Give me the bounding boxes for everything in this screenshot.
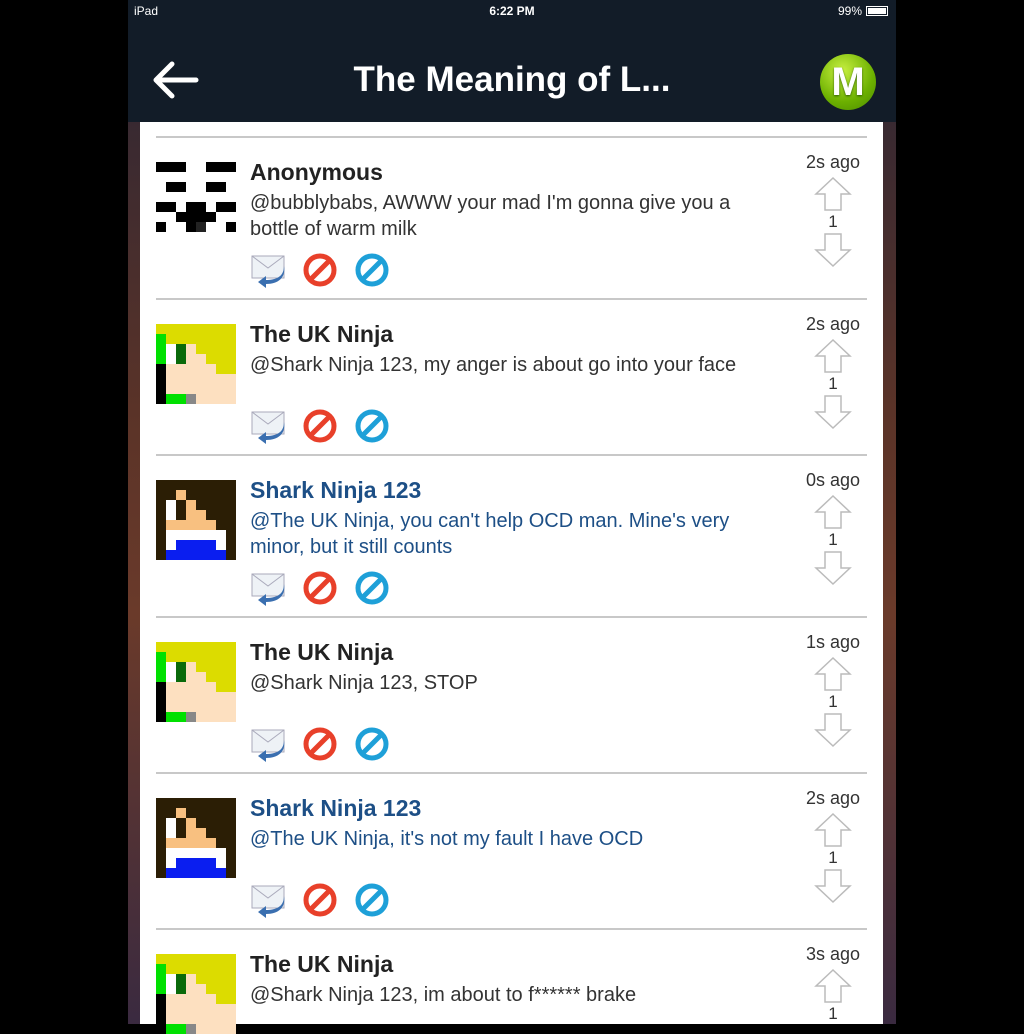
upvote-arrow-icon[interactable] <box>813 968 853 1004</box>
user-avatar[interactable] <box>156 324 236 404</box>
upvote-arrow-icon[interactable] <box>813 338 853 374</box>
report-block-icon[interactable] <box>302 408 340 444</box>
comment-author[interactable]: Shark Ninja 123 <box>250 476 767 504</box>
battery-percent: 99% <box>837 4 862 18</box>
app-screen: iPad 6:22 PM 99% The Meaning of L... M A… <box>128 0 896 1034</box>
ignore-block-icon[interactable] <box>354 408 392 444</box>
vote-count: 1 <box>828 848 838 867</box>
comment-time: 3s ago <box>805 944 861 964</box>
user-avatar[interactable] <box>156 798 236 878</box>
reply-mail-icon[interactable] <box>250 882 288 918</box>
comment-time: 2s ago <box>805 152 861 172</box>
app-logo-button[interactable]: M <box>820 54 876 110</box>
back-arrow-icon <box>153 61 199 99</box>
user-avatar[interactable] <box>156 642 236 722</box>
comment-item: The UK Ninja @Shark Ninja 123, im about … <box>156 928 867 1034</box>
nav-bar: The Meaning of L... M <box>128 22 896 122</box>
comment-text: @bubblybabs, AWWW your mad I'm gonna giv… <box>250 192 731 240</box>
reply-mail-icon[interactable] <box>250 252 288 288</box>
status-bar: iPad 6:22 PM 99% <box>128 0 896 22</box>
comment-text: @Shark Ninja 123, my anger is about go i… <box>250 354 737 376</box>
downvote-arrow-icon[interactable] <box>813 394 853 430</box>
vote-count: 1 <box>828 692 838 711</box>
comment-item: Shark Ninja 123 @The UK Ninja, you can't… <box>156 454 867 616</box>
battery-icon <box>866 6 888 16</box>
user-avatar[interactable] <box>156 480 236 560</box>
comment-text: @The UK Ninja, it's not my fault I have … <box>250 828 644 850</box>
comment-time: 0s ago <box>805 470 861 490</box>
back-button[interactable] <box>150 60 200 100</box>
downvote-arrow-icon[interactable] <box>813 232 853 268</box>
downvote-arrow-icon[interactable] <box>813 868 853 904</box>
comment-time: 2s ago <box>805 314 861 334</box>
comment-item: Anonymous @bubblybabs, AWWW your mad I'm… <box>156 136 867 298</box>
comment-list: Anonymous @bubblybabs, AWWW your mad I'm… <box>156 136 867 1034</box>
report-block-icon[interactable] <box>302 882 340 918</box>
upvote-arrow-icon[interactable] <box>813 494 853 530</box>
comment-time: 2s ago <box>805 788 861 808</box>
vote-count: 1 <box>828 530 838 549</box>
reply-mail-icon[interactable] <box>250 408 288 444</box>
comment-text: @Shark Ninja 123, STOP <box>250 672 478 694</box>
reply-mail-icon[interactable] <box>250 726 288 762</box>
comment-item: The UK Ninja @Shark Ninja 123, my anger … <box>156 298 867 454</box>
ignore-block-icon[interactable] <box>354 882 392 918</box>
comment-time: 1s ago <box>805 632 861 652</box>
comment-author[interactable]: The UK Ninja <box>250 638 767 666</box>
comment-item: Shark Ninja 123 @The UK Ninja, it's not … <box>156 772 867 928</box>
ignore-block-icon[interactable] <box>354 570 392 606</box>
report-block-icon[interactable] <box>302 570 340 606</box>
comment-list-card: Anonymous @bubblybabs, AWWW your mad I'm… <box>140 122 883 1034</box>
clock: 6:22 PM <box>489 4 535 18</box>
comment-author[interactable]: Anonymous <box>250 158 767 186</box>
comment-author[interactable]: The UK Ninja <box>250 320 767 348</box>
vote-count: 1 <box>828 1004 838 1023</box>
user-avatar[interactable] <box>156 162 236 242</box>
upvote-arrow-icon[interactable] <box>813 176 853 212</box>
comment-author[interactable]: Shark Ninja 123 <box>250 794 767 822</box>
comment-author[interactable]: The UK Ninja <box>250 950 767 978</box>
upvote-arrow-icon[interactable] <box>813 812 853 848</box>
downvote-arrow-icon[interactable] <box>813 550 853 586</box>
comment-text: @Shark Ninja 123, im about to f****** br… <box>250 984 637 1006</box>
upvote-arrow-icon[interactable] <box>813 656 853 692</box>
report-block-icon[interactable] <box>302 726 340 762</box>
report-block-icon[interactable] <box>302 252 340 288</box>
comment-item: The UK Ninja @Shark Ninja 123, STOP 1s a… <box>156 616 867 772</box>
page-title: The Meaning of L... <box>353 60 671 99</box>
vote-count: 1 <box>828 212 838 231</box>
ignore-block-icon[interactable] <box>354 726 392 762</box>
vote-count: 1 <box>828 374 838 393</box>
ignore-block-icon[interactable] <box>354 252 392 288</box>
user-avatar[interactable] <box>156 954 236 1034</box>
reply-mail-icon[interactable] <box>250 570 288 606</box>
downvote-arrow-icon[interactable] <box>813 712 853 748</box>
comment-text: @The UK Ninja, you can't help OCD man. M… <box>250 510 730 558</box>
